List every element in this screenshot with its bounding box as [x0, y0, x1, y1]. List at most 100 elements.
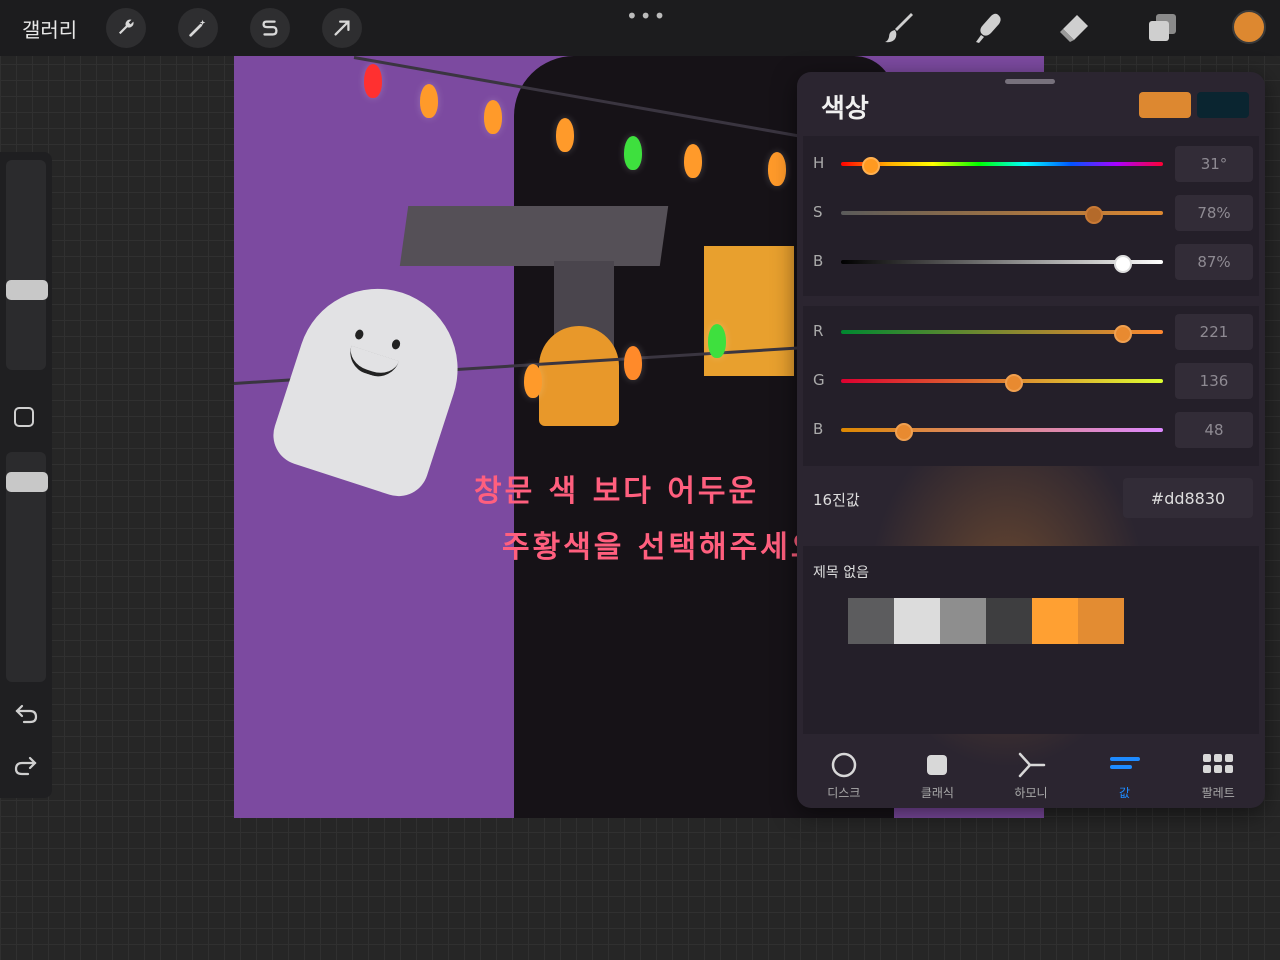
- tab-classic-label: 클래식: [920, 786, 954, 800]
- roof-ledge-shape: [399, 206, 669, 266]
- left-sidebar: [0, 152, 52, 798]
- saturation-label: S: [813, 203, 823, 221]
- light-bulb-orange: [684, 144, 702, 178]
- selection-button[interactable]: [250, 8, 290, 48]
- modify-square-button[interactable]: [14, 407, 34, 427]
- top-toolbar: 갤러리 •••: [0, 0, 1280, 56]
- tab-value-label: 값: [1119, 786, 1131, 800]
- palette-name[interactable]: 제목 없음: [813, 562, 869, 582]
- previous-color-swatch[interactable]: [1197, 92, 1249, 118]
- brush-size-slider-track[interactable]: [6, 160, 46, 370]
- light-bulb-orange: [420, 84, 438, 118]
- blue-value[interactable]: 48: [1175, 412, 1253, 448]
- light-bulb-orange: [624, 346, 642, 380]
- green-slider-knob[interactable]: [1004, 374, 1023, 392]
- opacity-slider-thumb[interactable]: [6, 472, 48, 492]
- tab-disc-label: 디스크: [827, 786, 861, 800]
- ghost-drawing: [265, 268, 479, 504]
- adjustments-wand-button[interactable]: [178, 8, 218, 48]
- ghost-smile: [344, 345, 400, 383]
- brightness-value[interactable]: 87%: [1175, 244, 1253, 280]
- hue-row: H 31°: [803, 140, 1259, 188]
- undo-icon[interactable]: [14, 702, 40, 726]
- actions-wrench-button[interactable]: [106, 8, 146, 48]
- panel-title: 색상: [821, 94, 869, 124]
- red-label: R: [813, 322, 824, 340]
- green-label: G: [813, 371, 825, 389]
- saturation-value[interactable]: 78%: [1175, 195, 1253, 231]
- blue-slider-track[interactable]: [841, 428, 1163, 432]
- hue-slider-knob[interactable]: [861, 157, 880, 175]
- light-bulb-red: [364, 64, 382, 98]
- selection-s-icon: [262, 20, 278, 36]
- saturation-row: S 78%: [803, 189, 1259, 237]
- eraser-icon: [1060, 15, 1088, 42]
- eraser-button[interactable]: [1056, 10, 1092, 46]
- disc-icon: [831, 752, 857, 778]
- color-mode-tabs: 디스크 클래식 하모니 값 팔레트: [797, 740, 1265, 808]
- brightness-slider-knob[interactable]: [1114, 255, 1133, 273]
- red-slider-knob[interactable]: [1114, 325, 1133, 343]
- palette-swatch[interactable]: [1078, 598, 1124, 644]
- redo-icon[interactable]: [12, 754, 38, 778]
- current-color-swatch[interactable]: [1139, 92, 1191, 118]
- smudge-finger-icon: [976, 13, 1001, 43]
- light-bulb-orange: [768, 152, 786, 186]
- red-row: R 221: [803, 308, 1259, 356]
- hue-value[interactable]: 31°: [1175, 146, 1253, 182]
- harmony-icon: [1018, 752, 1046, 778]
- ghost-eye: [390, 338, 402, 351]
- blue-slider-knob[interactable]: [895, 423, 914, 441]
- palette-swatch-row: [848, 598, 1124, 644]
- wrench-icon: [118, 19, 134, 35]
- tab-palette-label: 팔레트: [1201, 786, 1235, 800]
- value-sliders-icon: [1109, 757, 1140, 769]
- smudge-button[interactable]: [970, 10, 1006, 46]
- hex-value-field[interactable]: #dd8830: [1123, 478, 1253, 518]
- red-value[interactable]: 221: [1175, 314, 1253, 350]
- arrow-icon: [334, 20, 350, 36]
- rgb-slider-group: R 221 G 136 B 48: [803, 306, 1259, 466]
- palette-swatch[interactable]: [1032, 598, 1078, 644]
- saturation-slider-track[interactable]: [841, 211, 1163, 215]
- hue-label: H: [813, 154, 825, 172]
- brush-button[interactable]: [882, 10, 918, 46]
- color-button[interactable]: [1232, 10, 1266, 44]
- annotation-line-1: 창문 색 보다 어두운: [474, 474, 760, 509]
- transform-arrow-button[interactable]: [322, 8, 362, 48]
- tab-disc[interactable]: 디스크: [797, 740, 891, 808]
- hex-label: 16진값: [813, 491, 860, 509]
- tab-classic[interactable]: 클래식: [891, 740, 985, 808]
- light-bulb-orange: [556, 118, 574, 152]
- light-bulb-green: [624, 136, 642, 170]
- layers-icon: [1149, 14, 1176, 41]
- saturation-slider-knob[interactable]: [1085, 206, 1104, 224]
- light-bulb-green: [708, 324, 726, 358]
- color-panel: 색상 H 31° S 78% B 87% R 221 G 136 B 48 16…: [797, 72, 1265, 808]
- layers-button[interactable]: [1144, 10, 1180, 46]
- palette-swatch[interactable]: [986, 598, 1032, 644]
- palette-swatch[interactable]: [894, 598, 940, 644]
- light-bulb-orange: [524, 364, 542, 398]
- green-slider-track[interactable]: [841, 379, 1163, 383]
- brightness-label: B: [813, 252, 824, 270]
- ghost-eye: [353, 328, 365, 341]
- palette-section: 제목 없음: [803, 546, 1259, 734]
- palette-grid-icon: [1203, 754, 1234, 773]
- panel-grabber[interactable]: [1005, 79, 1055, 84]
- light-bulb-orange: [484, 100, 502, 134]
- brightness-row: B 87%: [803, 238, 1259, 286]
- more-options-dots[interactable]: •••: [626, 4, 667, 28]
- brush-size-slider-thumb[interactable]: [6, 280, 48, 300]
- brush-icon: [885, 13, 913, 43]
- green-row: G 136: [803, 357, 1259, 405]
- tab-harmony[interactable]: 하모니: [984, 740, 1078, 808]
- green-value[interactable]: 136: [1175, 363, 1253, 399]
- gallery-button[interactable]: 갤러리: [22, 14, 77, 43]
- blue-row: B 48: [803, 406, 1259, 454]
- palette-swatch[interactable]: [848, 598, 894, 644]
- hue-slider-track[interactable]: [841, 162, 1163, 166]
- palette-swatch[interactable]: [940, 598, 986, 644]
- tab-value[interactable]: 값: [1078, 740, 1172, 808]
- tab-palette[interactable]: 팔레트: [1171, 740, 1265, 808]
